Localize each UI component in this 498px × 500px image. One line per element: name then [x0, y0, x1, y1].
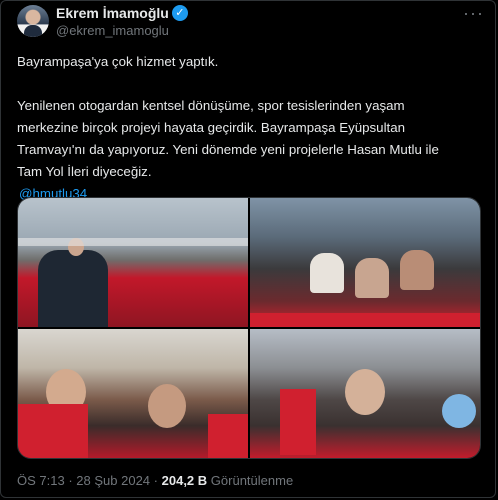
photo-rally-crowd-stage[interactable] — [18, 198, 248, 327]
tweet-line: merkezine birçok projeyi hayata geçirdik… — [17, 120, 406, 135]
tweet-line: Bayrampaşa'ya çok hizmet yaptık. — [17, 54, 219, 69]
tweet-line: Tam Yol İleri diyeceğiz. — [17, 164, 152, 179]
tweet-time[interactable]: ÖS 7:13 — [17, 473, 65, 488]
tweet-line: Tramvayı'nı da yapıyoruz. Yeni dönemde y… — [17, 142, 439, 157]
tweet-date[interactable]: 28 Şub 2024 — [76, 473, 150, 488]
tweet-meta: ÖS 7:13 · 28 Şub 2024 · 204,2 B Görüntül… — [17, 473, 293, 488]
photo-crowd-phones-balloon[interactable] — [250, 329, 480, 458]
author-handle[interactable]: @ekrem_imamoglu — [56, 23, 169, 38]
avatar[interactable] — [17, 5, 49, 37]
photo-crowd-women-waving[interactable] — [250, 198, 480, 327]
tweet-card: Ekrem İmamoğlu ✓ @ekrem_imamoglu ··· Bay… — [0, 0, 496, 498]
verified-badge-icon: ✓ — [171, 5, 188, 21]
photo-women-cheering-flags[interactable] — [18, 329, 248, 458]
views-label: Görüntülenme — [210, 473, 294, 488]
more-options-icon[interactable]: ··· — [463, 3, 484, 24]
tweet-line: Yenilenen otogardan kentsel dönüşüme, sp… — [17, 98, 405, 113]
meta-separator: · — [153, 473, 158, 488]
meta-separator: · — [68, 473, 73, 488]
views-count: 204,2 B — [161, 473, 208, 488]
photo-grid — [17, 197, 481, 459]
author-name[interactable]: Ekrem İmamoğlu — [56, 5, 169, 21]
tweet-text: Bayrampaşa'ya çok hizmet yaptık. Yenilen… — [17, 51, 477, 205]
author-name-row[interactable]: Ekrem İmamoğlu ✓ — [56, 5, 188, 21]
